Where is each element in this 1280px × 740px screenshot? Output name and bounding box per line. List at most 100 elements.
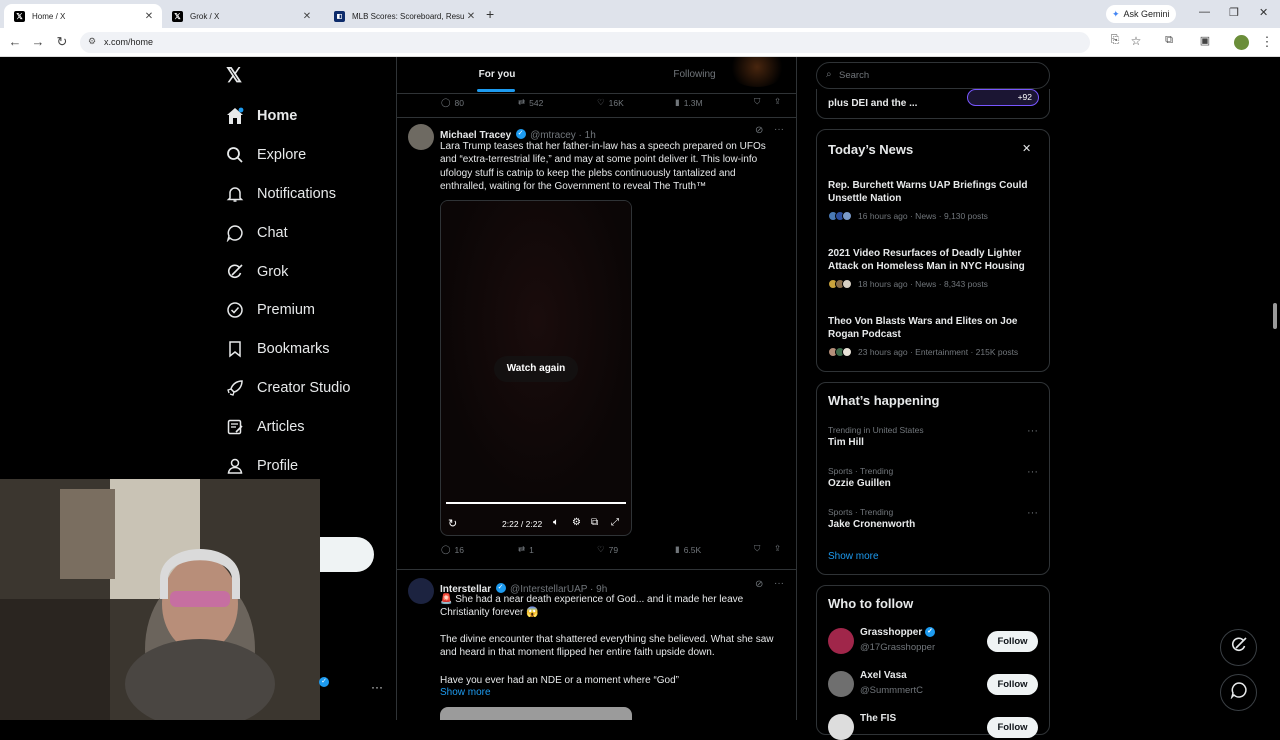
sidebar-item-premium[interactable]: Premium bbox=[226, 295, 315, 325]
share-button[interactable]: ⇪ bbox=[774, 96, 781, 107]
views-button[interactable]: ▮ 1.3M bbox=[675, 97, 703, 108]
tab-home-x[interactable]: 𝕏 Home / X ✕ bbox=[4, 4, 162, 28]
grok-floating-button[interactable] bbox=[1220, 629, 1257, 666]
grok-icon bbox=[226, 263, 244, 281]
close-icon[interactable]: ✕ bbox=[1022, 142, 1031, 155]
reply-button[interactable]: ◯ 80 bbox=[441, 97, 464, 108]
news-meta: 16 hours ago · News · 9,130 posts bbox=[828, 211, 988, 221]
bookmark-star-icon[interactable]: ☆ bbox=[1127, 34, 1145, 48]
sidebar-item-bookmarks[interactable]: Bookmarks bbox=[226, 334, 330, 364]
post-button[interactable] bbox=[320, 537, 374, 572]
news-item[interactable]: 2021 Video Resurfaces of Deadly Lighter … bbox=[817, 243, 1051, 303]
page-scrollbar[interactable] bbox=[1270, 57, 1280, 720]
gemini-sparkle-icon: ✦ bbox=[1112, 8, 1120, 19]
tab-mlb-scores[interactable]: ◧ MLB Scores: Scoreboard, Results ✕ bbox=[324, 4, 484, 28]
close-tab-icon[interactable]: ✕ bbox=[300, 11, 314, 22]
more-options-icon[interactable]: ··· bbox=[774, 124, 784, 135]
menu-kebab-icon[interactable]: ⋮ bbox=[1258, 34, 1276, 50]
show-more-link[interactable]: Show more bbox=[440, 687, 491, 698]
more-options-icon[interactable]: ··· bbox=[774, 578, 784, 589]
close-window-icon[interactable]: ✕ bbox=[1259, 6, 1268, 19]
more-options-icon[interactable]: ··· bbox=[1027, 507, 1038, 519]
repost-button[interactable]: ⇄ 542 bbox=[518, 97, 543, 108]
volume-icon[interactable]: 🔈︎ bbox=[553, 517, 559, 528]
picture-in-picture-icon[interactable]: ⧉ bbox=[591, 517, 598, 528]
grok-icon[interactable]: ⊘ bbox=[755, 579, 763, 590]
sidebar-item-chat[interactable]: Chat bbox=[226, 218, 288, 248]
sidebar-item-profile[interactable]: Profile bbox=[226, 451, 298, 481]
back-arrow-icon[interactable]: ← bbox=[6, 34, 24, 49]
profile-avatar[interactable] bbox=[1234, 35, 1249, 50]
todays-news-card: Today’s News ✕ Rep. Burchett Warns UAP B… bbox=[816, 129, 1050, 372]
site-info-icon[interactable]: ⚙ bbox=[88, 36, 96, 47]
avatar[interactable] bbox=[408, 124, 434, 150]
settings-gear-icon[interactable]: ⚙ bbox=[572, 517, 581, 528]
sidebar-item-notifications[interactable]: Notifications bbox=[226, 179, 336, 209]
news-item[interactable]: Rep. Burchett Warns UAP Briefings Could … bbox=[817, 175, 1051, 235]
reading-list-icon[interactable]: ▣ bbox=[1196, 34, 1214, 47]
replay-icon[interactable]: ↻ bbox=[448, 517, 457, 530]
post-text-line3: Have you ever had an NDE or a moment whe… bbox=[440, 675, 679, 686]
follow-suggestion[interactable]: Grasshopper ✓ @17Grasshopper Follow bbox=[817, 622, 1051, 662]
maximize-icon[interactable]: ❐ bbox=[1229, 6, 1239, 19]
fullscreen-icon[interactable]: ⤢ bbox=[611, 517, 619, 528]
chart-icon: ▮ bbox=[675, 544, 680, 554]
avatar[interactable] bbox=[828, 628, 854, 654]
follow-suggestion[interactable]: Axel Vasa @SummmertC Follow bbox=[817, 665, 1051, 705]
tab-grok-x[interactable]: 𝕏 Grok / X ✕ bbox=[162, 4, 320, 28]
install-app-icon[interactable]: ⎘ bbox=[1106, 34, 1124, 47]
sidebar-item-explore[interactable]: Explore bbox=[226, 140, 306, 170]
ask-gemini-button[interactable]: ✦ Ask Gemini bbox=[1106, 5, 1176, 23]
avatar[interactable] bbox=[828, 671, 854, 697]
follow-button[interactable]: Follow bbox=[987, 631, 1038, 652]
like-button[interactable]: ♡ 79 bbox=[597, 544, 618, 555]
bookmark-button[interactable]: ⛉ bbox=[754, 96, 760, 107]
close-tab-icon[interactable]: ✕ bbox=[464, 11, 478, 22]
close-tab-icon[interactable]: ✕ bbox=[142, 11, 156, 22]
avatar[interactable] bbox=[408, 578, 434, 604]
follow-button[interactable]: Follow bbox=[987, 674, 1038, 695]
follow-suggestion[interactable]: The FIS Follow bbox=[817, 708, 1051, 740]
follow-button[interactable]: Follow bbox=[987, 717, 1038, 738]
tab-following[interactable]: Following bbox=[597, 57, 796, 93]
more-options-icon[interactable]: ··· bbox=[1027, 466, 1038, 478]
messages-floating-button[interactable] bbox=[1220, 674, 1257, 711]
sidebar-item-grok[interactable]: Grok bbox=[226, 257, 288, 287]
trend-item[interactable]: Sports · Trending Jake Cronenworth ··· bbox=[817, 503, 1051, 543]
forward-arrow-icon[interactable]: → bbox=[29, 34, 47, 49]
like-button[interactable]: ♡ 16K bbox=[597, 97, 624, 108]
bookmark-button[interactable]: ⛉ bbox=[754, 543, 760, 554]
video-progress-track[interactable] bbox=[446, 502, 626, 504]
grok-icon[interactable]: ⊘ bbox=[755, 125, 763, 136]
post-interstellar[interactable]: Interstellar ✓ @InterstellarUAP · 9h ⊘ ·… bbox=[397, 570, 796, 720]
minimize-icon[interactable]: — bbox=[1199, 6, 1210, 18]
search-input[interactable]: ⌕ Search bbox=[816, 62, 1050, 89]
avatar[interactable] bbox=[828, 714, 854, 740]
trend-context: Trending in United States bbox=[828, 425, 924, 435]
spaces-card[interactable]: plus DEI and the ... +92 bbox=[816, 89, 1050, 119]
repost-button[interactable]: ⇄ 1 bbox=[518, 544, 534, 555]
sidebar-item-creator-studio[interactable]: Creator Studio bbox=[226, 373, 351, 403]
post-michael-tracey[interactable]: Michael Tracey ✓ @mtracey · 1h ⊘ ··· Lar… bbox=[397, 118, 796, 569]
share-button[interactable]: ⇪ bbox=[774, 543, 781, 554]
post-media-thumbnail[interactable] bbox=[440, 707, 632, 720]
reload-icon[interactable]: ↻ bbox=[53, 34, 71, 50]
extensions-icon[interactable]: ⧉ bbox=[1160, 34, 1178, 47]
account-more-icon[interactable]: ··· bbox=[371, 680, 383, 694]
sidebar-item-home[interactable]: Home bbox=[226, 101, 297, 131]
views-button[interactable]: ▮ 6.5K bbox=[675, 544, 701, 555]
watch-again-button[interactable]: Watch again bbox=[494, 356, 578, 382]
tab-for-you[interactable]: For you bbox=[397, 57, 597, 93]
show-more-link[interactable]: Show more bbox=[828, 551, 879, 562]
more-options-icon[interactable]: ··· bbox=[1027, 425, 1038, 437]
video-player[interactable]: Watch again ↻ 2:22 / 2:22 🔈︎ ⚙ ⧉ ⤢ bbox=[440, 200, 632, 536]
trend-item[interactable]: Trending in United States Tim Hill ··· bbox=[817, 421, 1051, 461]
news-item[interactable]: Theo Von Blasts Wars and Elites on Joe R… bbox=[817, 311, 1051, 371]
new-tab-icon[interactable]: + bbox=[486, 6, 494, 22]
reply-button[interactable]: ◯ 16 bbox=[441, 544, 464, 555]
x-logo-icon[interactable]: 𝕏 bbox=[226, 66, 246, 86]
trend-item[interactable]: Sports · Trending Ozzie Guillen ··· bbox=[817, 462, 1051, 502]
url-field[interactable]: ⚙ x.com/home bbox=[80, 32, 1090, 53]
sidebar-item-articles[interactable]: Articles bbox=[226, 412, 305, 442]
scrollbar-thumb[interactable] bbox=[1273, 303, 1277, 329]
